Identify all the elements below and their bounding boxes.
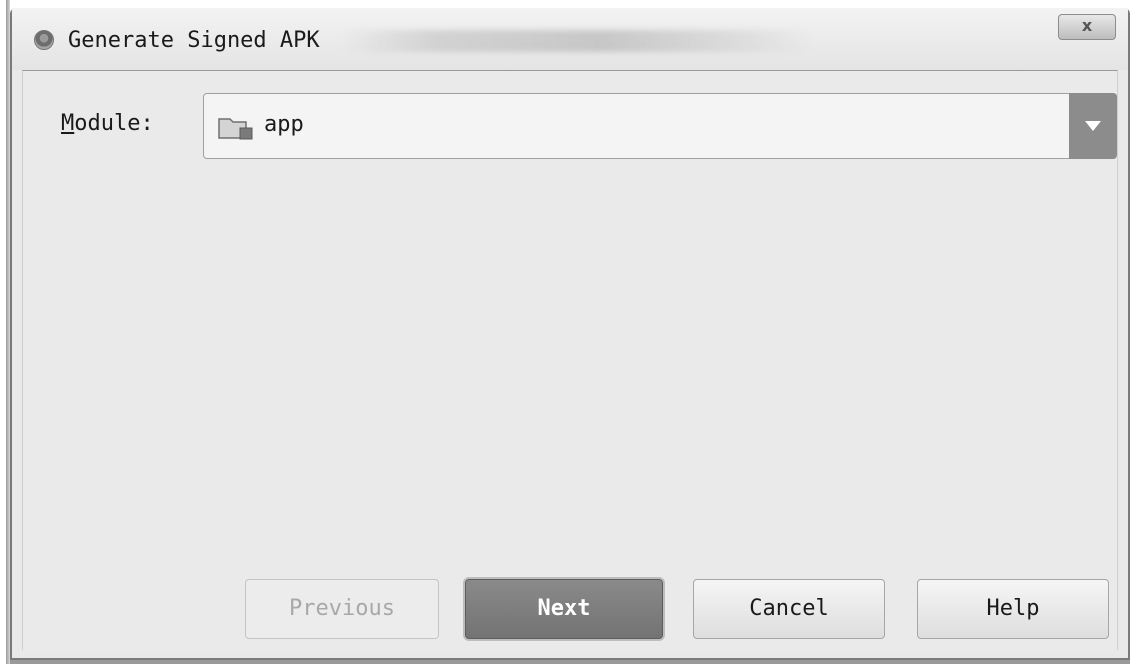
help-button[interactable]: Help — [917, 579, 1109, 639]
chevron-down-icon[interactable] — [1069, 93, 1117, 159]
module-label-mnemonic: M — [61, 111, 75, 136]
module-selected-value: app — [264, 112, 304, 137]
dialog-content: Module: app Previous Next Cancel Help — [22, 70, 1118, 650]
folder-icon — [218, 118, 253, 140]
title-bar[interactable]: Generate Signed APK x — [12, 8, 1128, 70]
window-bottom-edge — [10, 660, 1130, 664]
previous-button[interactable]: Previous — [245, 579, 439, 639]
module-label: Module: — [61, 111, 154, 136]
cancel-button[interactable]: Cancel — [693, 579, 885, 639]
background-window-title-blur — [342, 30, 812, 52]
next-button[interactable]: Next — [465, 579, 663, 639]
dialog-title: Generate Signed APK — [68, 28, 320, 53]
generate-signed-apk-dialog: Generate Signed APK x Module: app Previo… — [10, 8, 1130, 660]
module-dropdown[interactable]: app — [203, 93, 1117, 159]
module-label-text: odule: — [74, 111, 154, 136]
android-studio-app-icon — [34, 30, 54, 50]
close-button[interactable]: x — [1058, 14, 1116, 40]
